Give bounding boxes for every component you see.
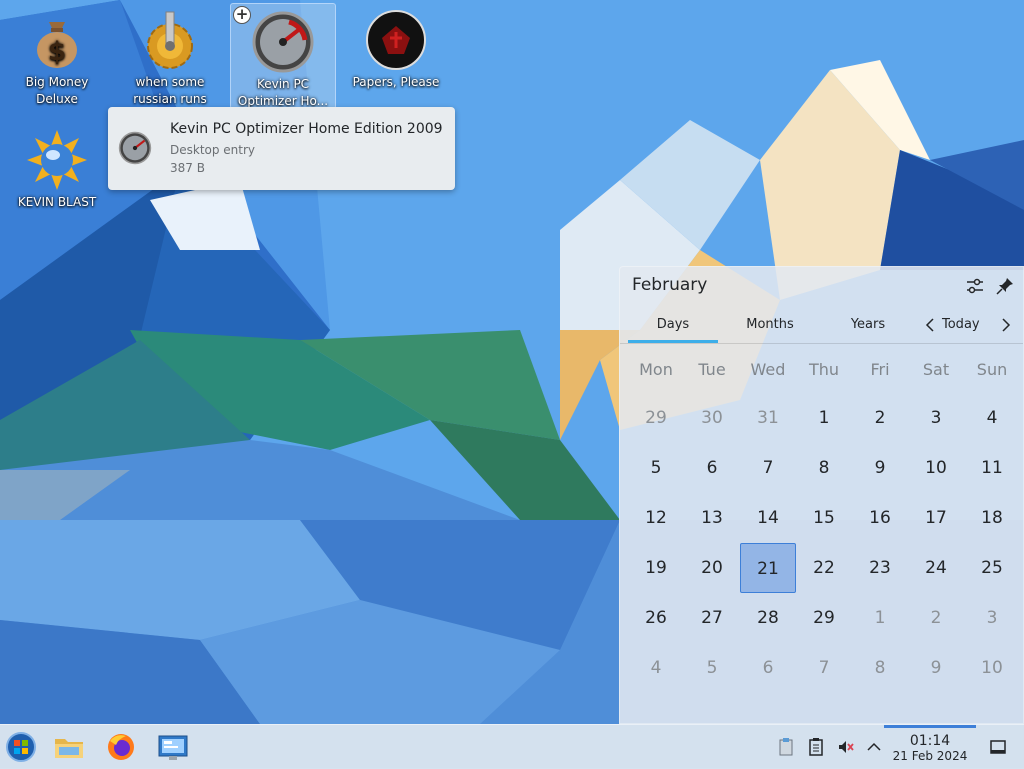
system-settings-icon[interactable] xyxy=(156,731,190,763)
desktop-icon-kevin-blast[interactable]: KEVIN BLAST xyxy=(5,122,109,228)
speedometer-icon xyxy=(252,11,314,73)
calendar-day[interactable]: 13 xyxy=(684,493,740,543)
calendar-day[interactable]: 18 xyxy=(964,493,1020,543)
tooltip-file-type: Desktop entry xyxy=(170,143,256,157)
desktop-icon-label: when some russian runs a... xyxy=(133,75,207,106)
start-menu-icon[interactable] xyxy=(4,731,38,763)
calendar-day-other-month[interactable]: 4 xyxy=(628,643,684,693)
calendar-day-other-month[interactable]: 1 xyxy=(852,593,908,643)
notes-icon[interactable] xyxy=(806,737,826,757)
clock-date: 21 Feb 2024 xyxy=(892,749,968,763)
configure-icon[interactable] xyxy=(964,275,986,297)
calendar-day[interactable]: 4 xyxy=(964,393,1020,443)
sun-globe-icon xyxy=(27,130,87,190)
calendar-popup: February Days Months Years Today Mon Tue W… xyxy=(619,266,1024,724)
weekday-label: Sun xyxy=(976,360,1008,379)
calendar-day-other-month[interactable]: 8 xyxy=(852,643,908,693)
weekday-label: Wed xyxy=(750,360,786,379)
desktop-icon-kevin-pc-optimizer[interactable]: + Kevin PC Optimizer Ho... xyxy=(230,3,336,109)
papers-please-seal-icon xyxy=(366,10,426,70)
calendar-day-other-month[interactable]: 10 xyxy=(964,643,1020,693)
weekday-label: Thu xyxy=(808,360,840,379)
calendar-day-other-month[interactable]: 29 xyxy=(628,393,684,443)
weekday-label: Sat xyxy=(922,360,950,379)
pin-icon[interactable] xyxy=(994,275,1016,297)
tab-years[interactable]: Years xyxy=(830,317,906,341)
digital-clock[interactable]: 01:14 21 Feb 2024 xyxy=(884,725,976,769)
tab-months-label: Months xyxy=(746,317,794,332)
calendar-day[interactable]: 3 xyxy=(908,393,964,443)
calendar-day[interactable]: 28 xyxy=(740,593,796,643)
file-manager-icon[interactable] xyxy=(52,731,86,763)
calendar-day[interactable]: 2 xyxy=(852,393,908,443)
show-desktop-icon[interactable] xyxy=(988,737,1008,757)
calendar-day[interactable]: 29 xyxy=(796,593,852,643)
desktop-icon-papers-please[interactable]: Papers, Please xyxy=(344,2,448,108)
today-button[interactable]: Today xyxy=(942,317,980,332)
tab-days[interactable]: Days xyxy=(628,317,718,343)
calendar-day[interactable]: 14 xyxy=(740,493,796,543)
calendar-day-today[interactable]: 21 xyxy=(740,543,796,593)
calendar-day[interactable]: 11 xyxy=(964,443,1020,493)
desktop-icon-label: Kevin PC Optimizer Ho... xyxy=(237,77,329,108)
calendar-day-other-month[interactable]: 31 xyxy=(740,393,796,443)
calendar-day[interactable]: 23 xyxy=(852,543,908,593)
calendar-day-other-month[interactable]: 9 xyxy=(908,643,964,693)
calendar-day[interactable]: 16 xyxy=(852,493,908,543)
desktop-icon-label: KEVIN BLAST xyxy=(17,195,97,209)
desktop-icon-label: Big Money Deluxe xyxy=(25,75,89,106)
add-icon[interactable]: + xyxy=(233,6,251,24)
tab-divider xyxy=(620,343,1023,344)
weekday-label: Fri xyxy=(870,360,890,379)
calendar-day[interactable]: 24 xyxy=(908,543,964,593)
calendar-day[interactable]: 6 xyxy=(684,443,740,493)
clock-active-indicator xyxy=(884,725,976,728)
calendar-day[interactable]: 15 xyxy=(796,493,852,543)
speedometer-icon xyxy=(118,131,152,165)
money-bag-icon: $ xyxy=(37,22,77,68)
calendar-day-other-month[interactable]: 7 xyxy=(796,643,852,693)
tray-expand-icon[interactable] xyxy=(864,737,884,757)
desktop-icon-label: Papers, Please xyxy=(352,75,440,89)
calendar-day[interactable]: 12 xyxy=(628,493,684,543)
calendar-day[interactable]: 20 xyxy=(684,543,740,593)
calendar-day[interactable]: 22 xyxy=(796,543,852,593)
calendar-day-other-month[interactable]: 2 xyxy=(908,593,964,643)
file-tooltip: Kevin PC Optimizer Home Edition 2009 Des… xyxy=(108,107,455,190)
tab-months[interactable]: Months xyxy=(732,317,808,341)
desktop-icon-big-money[interactable]: $ Big Money Deluxe xyxy=(5,2,109,108)
calendar-day[interactable]: 10 xyxy=(908,443,964,493)
chevron-left-icon[interactable] xyxy=(922,315,938,335)
calendar-day[interactable]: 26 xyxy=(628,593,684,643)
weekday-label: Tue xyxy=(698,360,726,379)
calendar-day-other-month[interactable]: 6 xyxy=(740,643,796,693)
calendar-day[interactable]: 19 xyxy=(628,543,684,593)
calendar-day-other-month[interactable]: 3 xyxy=(964,593,1020,643)
desktop-icon-russian[interactable]: when some russian runs a... xyxy=(118,2,222,108)
svg-text:$: $ xyxy=(48,37,66,67)
clipboard-icon[interactable] xyxy=(776,737,796,757)
weekday-label: Mon xyxy=(639,360,673,379)
tab-days-label: Days xyxy=(656,317,690,332)
calendar-day[interactable]: 5 xyxy=(628,443,684,493)
calendar-day[interactable]: 25 xyxy=(964,543,1020,593)
calendar-day[interactable]: 8 xyxy=(796,443,852,493)
tooltip-file-size: 387 B xyxy=(170,161,205,175)
calendar-day[interactable]: 7 xyxy=(740,443,796,493)
tab-years-label: Years xyxy=(850,317,886,332)
calendar-day-other-month[interactable]: 5 xyxy=(684,643,740,693)
firefox-icon[interactable] xyxy=(104,731,138,763)
volume-muted-icon[interactable] xyxy=(836,737,856,757)
calendar-day[interactable]: 17 xyxy=(908,493,964,543)
calendar-month-title: February xyxy=(632,275,708,295)
calendar-day[interactable]: 9 xyxy=(852,443,908,493)
clock-time: 01:14 xyxy=(909,733,951,749)
gear-cog-icon xyxy=(147,11,193,69)
taskbar: 01:14 21 Feb 2024 xyxy=(0,724,1024,769)
calendar-day[interactable]: 27 xyxy=(684,593,740,643)
tooltip-title: Kevin PC Optimizer Home Edition 2009 xyxy=(170,121,443,137)
calendar-day[interactable]: 1 xyxy=(796,393,852,443)
chevron-right-icon[interactable] xyxy=(998,315,1014,335)
calendar-day-other-month[interactable]: 30 xyxy=(684,393,740,443)
